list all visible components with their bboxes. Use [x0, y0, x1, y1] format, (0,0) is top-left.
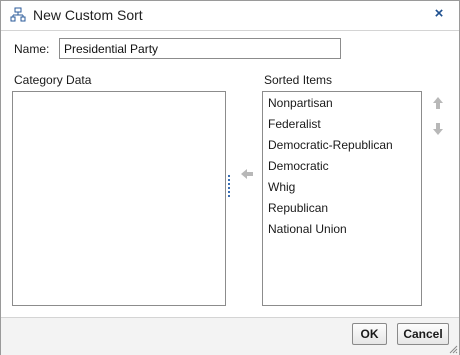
- move-down-arrow-icon[interactable]: [431, 122, 445, 136]
- move-up-arrow-icon[interactable]: [431, 96, 445, 110]
- dialog-titlebar: New Custom Sort ×: [1, 1, 459, 31]
- resize-grip-icon[interactable]: [449, 345, 458, 354]
- name-input[interactable]: [59, 38, 341, 59]
- ok-button[interactable]: OK: [352, 323, 387, 345]
- category-data-label: Category Data: [14, 73, 92, 87]
- move-left-arrow-icon[interactable]: [240, 167, 254, 181]
- custom-sort-dialog: New Custom Sort × Name: Category Data So…: [0, 0, 460, 355]
- hierarchy-icon: [10, 7, 26, 22]
- list-item[interactable]: National Union: [268, 222, 347, 236]
- list-item[interactable]: Republican: [268, 201, 328, 215]
- list-splitter-handle[interactable]: [228, 175, 231, 200]
- dialog-footer: OK Cancel: [1, 317, 459, 355]
- sorted-items-label: Sorted Items: [264, 73, 333, 87]
- dialog-title: New Custom Sort: [33, 7, 143, 23]
- name-label: Name:: [14, 42, 50, 56]
- category-data-list[interactable]: [12, 91, 226, 306]
- list-item[interactable]: Federalist: [268, 117, 321, 131]
- cancel-button[interactable]: Cancel: [397, 323, 449, 345]
- sorted-items-list[interactable]: Nonpartisan Federalist Democratic-Republ…: [262, 91, 422, 306]
- close-button[interactable]: ×: [431, 5, 447, 23]
- list-item[interactable]: Whig: [268, 180, 295, 194]
- list-item[interactable]: Democratic-Republican: [268, 138, 393, 152]
- list-item[interactable]: Nonpartisan: [268, 96, 333, 110]
- list-item[interactable]: Democratic: [268, 159, 329, 173]
